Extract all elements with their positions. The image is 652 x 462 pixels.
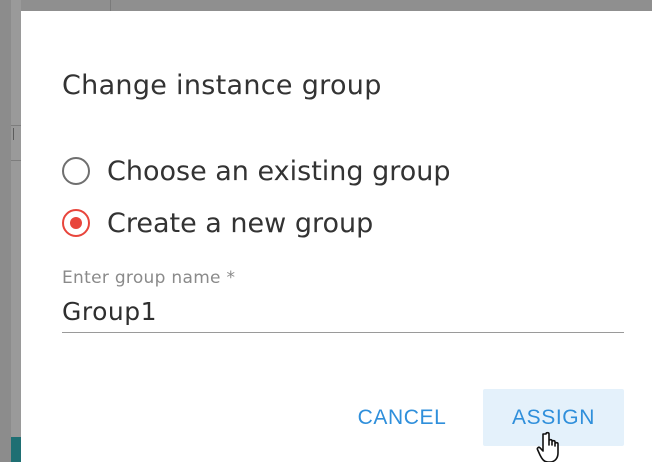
radio-checked-icon[interactable] [62,209,90,237]
backdrop-line [11,160,21,161]
backdrop-caret [13,128,14,140]
backdrop-strip [11,0,21,462]
app-window: Change instance group Choose an existing… [0,0,652,462]
option-label: Choose an existing group [107,155,451,187]
hand-pointer-icon [536,431,559,462]
dialog-title: Change instance group [62,70,382,101]
option-create-new[interactable]: Create a new group [62,206,373,240]
backdrop-accent [11,437,21,462]
group-name-input[interactable] [62,291,624,331]
option-label: Create a new group [107,207,374,239]
input-underline [62,332,624,333]
option-choose-existing[interactable]: Choose an existing group [62,154,451,188]
radio-dot [70,217,82,229]
cancel-button[interactable]: CANCEL [341,389,463,446]
backdrop-top [0,0,652,11]
group-name-label: Enter group name * [62,268,236,288]
backdrop-line [11,125,21,126]
backdrop-left [0,0,21,462]
backdrop-divider [110,0,111,11]
radio-unchecked-icon[interactable] [62,157,90,185]
change-group-dialog: Change instance group Choose an existing… [21,11,652,462]
